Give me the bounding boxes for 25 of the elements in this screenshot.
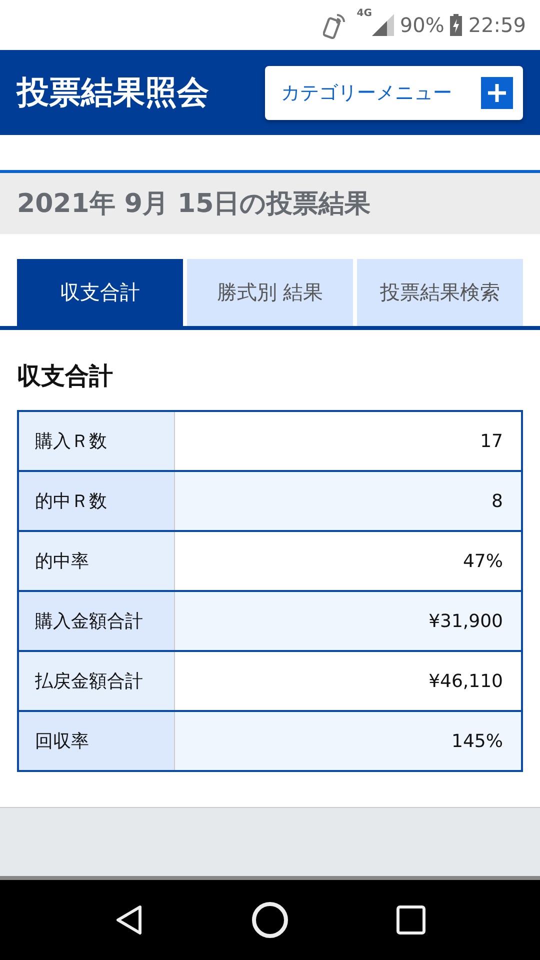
signal-icon — [372, 14, 394, 36]
tab[interactable]: 勝式別 結果 — [187, 259, 353, 326]
plus-icon — [481, 76, 513, 108]
row-value: 145% — [175, 712, 521, 770]
tab[interactable]: 投票結果検索 — [357, 259, 523, 326]
home-icon[interactable] — [250, 901, 289, 939]
clock: 22:59 — [468, 13, 526, 37]
date-heading: 2021年 9月 15日の投票結果 — [17, 188, 371, 221]
row-label: 的中Ｒ数 — [19, 472, 175, 530]
page-title: 投票結果照会 — [17, 72, 209, 112]
row-label: 的中率 — [19, 532, 175, 590]
row-label: 払戻金額合計 — [19, 652, 175, 710]
section-title: 収支合計 — [17, 361, 114, 392]
back-icon[interactable] — [114, 904, 144, 936]
category-menu-button[interactable]: カテゴリーメニュー — [265, 66, 523, 120]
recents-icon[interactable] — [396, 905, 426, 935]
row-label: 回収率 — [19, 712, 175, 770]
battery-charging-icon — [450, 14, 462, 36]
row-label: 購入Ｒ数 — [19, 412, 175, 470]
network-label: 4G — [356, 8, 372, 19]
row-label: 購入金額合計 — [19, 592, 175, 650]
row-value: ¥31,900 — [175, 592, 521, 650]
tab[interactable]: 収支合計 — [17, 259, 183, 326]
battery-percent: 90% — [400, 13, 444, 37]
row-value: 8 — [175, 472, 521, 530]
